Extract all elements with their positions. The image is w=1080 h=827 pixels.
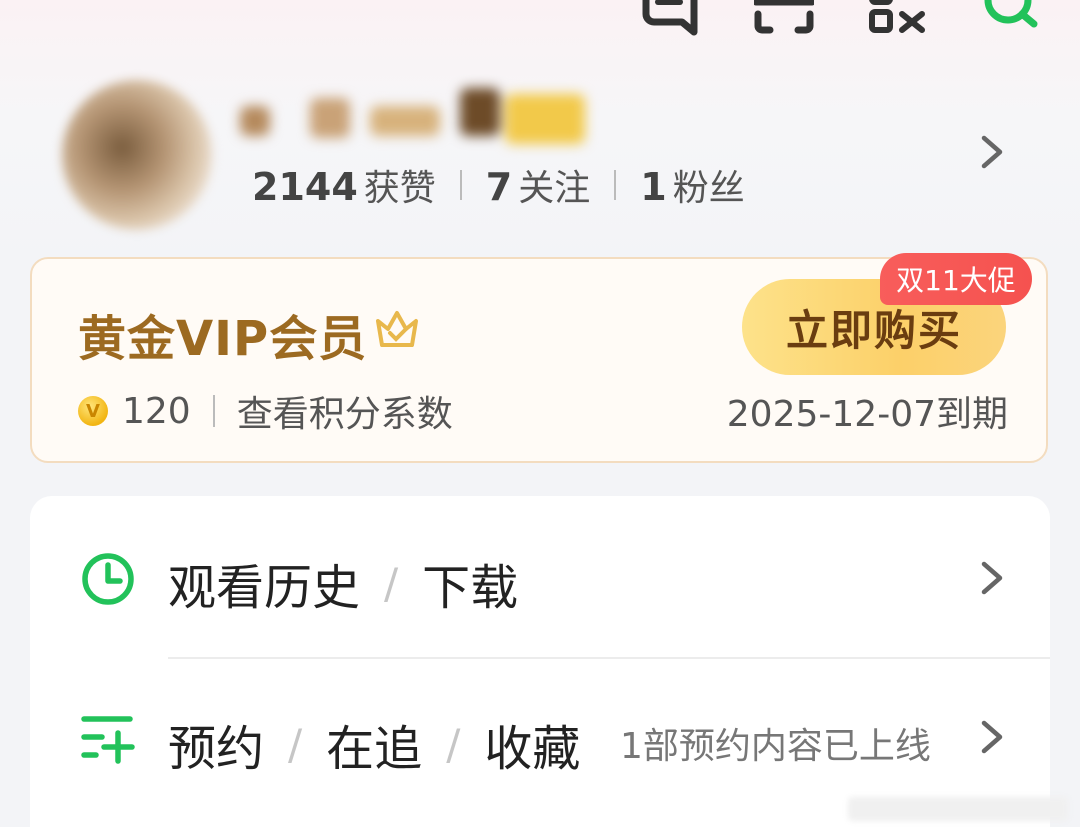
- promo-badge: 双11大促: [880, 253, 1032, 305]
- collection-row[interactable]: 预约 / 在追 / 收藏 1部预约内容已上线: [30, 659, 1050, 819]
- separator: /: [384, 558, 399, 608]
- chevron-right-icon[interactable]: [978, 717, 1008, 757]
- chevron-right-icon[interactable]: [978, 558, 1008, 598]
- message-icon[interactable]: [640, 0, 700, 36]
- history-row[interactable]: 观看历史 / 下载: [30, 496, 1050, 656]
- watermark-blurred: [848, 797, 1068, 821]
- chevron-right-icon[interactable]: [978, 132, 1008, 172]
- following-stat[interactable]: 7 关注: [486, 159, 590, 211]
- search-icon[interactable]: [980, 0, 1040, 36]
- avatar[interactable]: [62, 80, 212, 230]
- likes-label: 获赞: [363, 168, 436, 209]
- followers-stat[interactable]: 1 粉丝: [640, 159, 744, 211]
- vip-expiry-date: 2025-12-07到期: [726, 394, 1008, 435]
- history-row-label: 观看历史 / 下载: [168, 548, 518, 618]
- points-value: 120: [122, 390, 191, 432]
- watch-history-link[interactable]: 观看历史: [168, 548, 360, 618]
- reservations-link[interactable]: 预约: [168, 709, 264, 779]
- following-label: 关注: [518, 168, 591, 209]
- vip-title: 黄金VIP会员: [78, 311, 368, 367]
- downloads-link[interactable]: 下载: [422, 548, 518, 618]
- points-coefficient-link[interactable]: 查看积分系数: [237, 385, 453, 437]
- separator: /: [446, 719, 461, 769]
- divider: [459, 170, 462, 200]
- qr-code-icon[interactable]: [868, 0, 928, 36]
- points-row: V 120 查看积分系数: [78, 385, 453, 437]
- separator: /: [288, 719, 303, 769]
- likes-count: 2144: [252, 165, 358, 209]
- profile-stats: 2144 获赞 7 关注 1 粉丝: [252, 160, 745, 210]
- followers-label: 粉丝: [672, 168, 745, 209]
- vip-card[interactable]: 黄金VIP会员 V 120 查看积分系数 立即购买 双11大促 2025-12-…: [30, 253, 1048, 463]
- divider: [614, 170, 617, 200]
- add-list-icon: [80, 711, 136, 767]
- reservation-hint: 1部预约内容已上线: [620, 726, 931, 767]
- nickname-blurred: [240, 88, 590, 148]
- coin-icon: V: [78, 396, 108, 426]
- clock-icon: [80, 551, 136, 607]
- favorites-link[interactable]: 收藏: [484, 709, 580, 779]
- divider: [212, 395, 215, 427]
- followers-count: 1: [640, 165, 667, 209]
- vip-crown-icon: [374, 307, 420, 351]
- menu-card: 观看历史 / 下载 预约 / 在追 / 收藏 1部预约内容已上线: [30, 496, 1050, 827]
- top-bar: [0, 0, 1080, 40]
- scan-icon[interactable]: [754, 0, 814, 36]
- following-count: 7: [485, 165, 513, 209]
- likes-stat[interactable]: 2144 获赞: [252, 159, 436, 211]
- following-shows-link[interactable]: 在追: [326, 709, 422, 779]
- collection-row-label: 预约 / 在追 / 收藏: [168, 709, 580, 779]
- profile-section[interactable]: 2144 获赞 7 关注 1 粉丝: [0, 60, 1080, 240]
